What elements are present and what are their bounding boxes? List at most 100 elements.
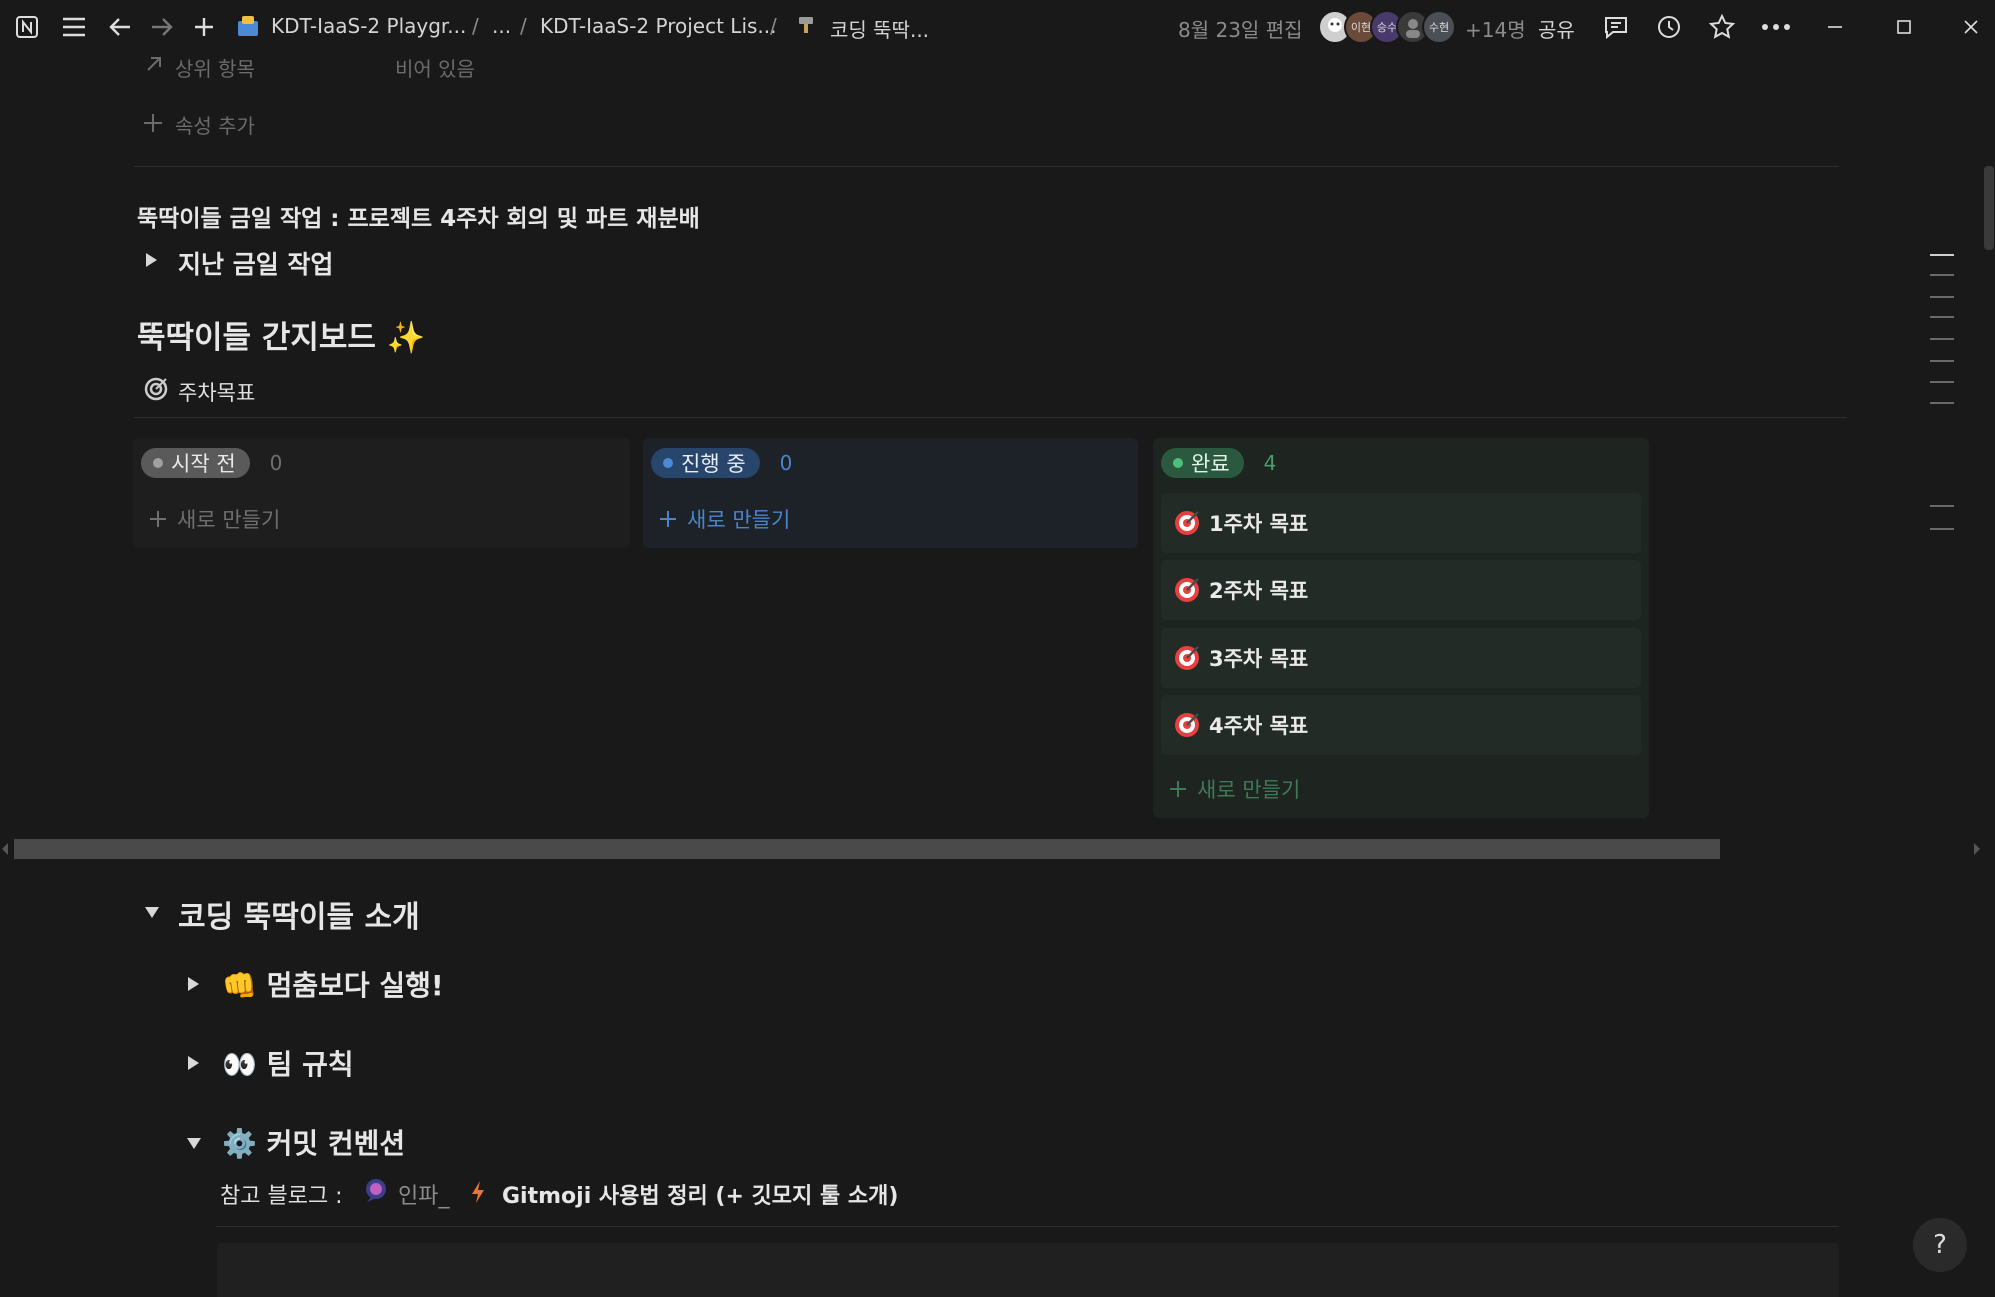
card-title: 1주차 목표	[1209, 512, 1309, 536]
add-property-button[interactable]: 속성 추가	[175, 110, 255, 139]
target-emoji-icon	[1175, 713, 1199, 737]
minimize-window-icon[interactable]	[1822, 14, 1848, 40]
lightning-icon	[470, 1180, 486, 1208]
top-bar: KDT-IaaS-2 Playgr... / ... / KDT-IaaS-2 …	[0, 0, 1995, 54]
target-icon	[144, 377, 168, 405]
status-badge[interactable]: 완료	[1161, 448, 1244, 478]
plus-icon	[1170, 781, 1186, 797]
workspace-icon	[234, 12, 262, 40]
outline-marker[interactable]	[1930, 316, 1954, 318]
outline-marker[interactable]	[1930, 402, 1954, 404]
outline-marker[interactable]	[1930, 505, 1954, 507]
breadcrumb-project-list[interactable]: KDT-IaaS-2 Project Lis...	[540, 14, 777, 38]
new-card-label: 새로 만들기	[1197, 778, 1301, 802]
breadcrumb-separator: /	[472, 14, 479, 38]
breadcrumb-ellipsis[interactable]: ...	[492, 14, 511, 38]
divider	[134, 417, 1847, 418]
card-title: 4주차 목표	[1209, 714, 1309, 738]
intro-toggle-heading[interactable]: 코딩 뚝딱이들 소개	[178, 892, 420, 936]
share-button[interactable]: 공유	[1538, 14, 1575, 43]
status-label: 완료	[1191, 452, 1230, 476]
notion-logo-icon[interactable]	[14, 14, 40, 40]
horizontal-scrollbar-thumb[interactable]	[14, 839, 1720, 859]
column-header: 시작 전 0	[141, 448, 282, 478]
back-arrow-icon[interactable]	[106, 14, 134, 40]
history-clock-icon[interactable]	[1655, 13, 1683, 41]
breadcrumb-separator: /	[520, 14, 527, 38]
plus-icon	[150, 511, 166, 527]
outline-marker[interactable]	[1930, 360, 1954, 362]
more-options-icon[interactable]	[1760, 13, 1792, 41]
board-card[interactable]: 3주차 목표	[1161, 628, 1641, 688]
scroll-right-icon[interactable]	[1973, 841, 1981, 860]
new-card-label: 새로 만들기	[687, 508, 791, 532]
plus-icon	[660, 511, 676, 527]
column-count: 4	[1263, 451, 1277, 475]
status-badge[interactable]: 시작 전	[141, 448, 250, 478]
outline-marker[interactable]	[1930, 338, 1954, 340]
breadcrumb-workspace[interactable]: KDT-IaaS-2 Playgr...	[271, 14, 466, 38]
outline-marker[interactable]	[1930, 381, 1954, 383]
new-card-button[interactable]: 새로 만들기	[149, 504, 280, 534]
outline-marker[interactable]	[1930, 528, 1954, 530]
new-card-button[interactable]: 새로 만들기	[659, 504, 790, 534]
target-emoji-icon	[1175, 511, 1199, 535]
status-dot	[663, 458, 673, 468]
menu-icon[interactable]	[60, 14, 88, 40]
toggle-arrow-icon[interactable]	[146, 253, 157, 267]
column-header: 완료 4	[1161, 448, 1276, 478]
close-window-icon[interactable]	[1958, 14, 1984, 40]
comment-icon[interactable]	[1602, 13, 1630, 41]
status-label: 시작 전	[171, 452, 236, 476]
breadcrumb-separator: /	[770, 14, 777, 38]
toggle-commit-convention[interactable]: ⚙️ 커밋 컨벤션	[222, 1122, 405, 1162]
outline-marker[interactable]	[1930, 254, 1954, 256]
vertical-scrollbar-thumb[interactable]	[1984, 166, 1994, 250]
past-task-toggle[interactable]: 지난 금일 작업	[178, 245, 333, 281]
blog-author[interactable]: 인파_	[398, 1178, 449, 1210]
parent-property-value[interactable]: 비어 있음	[395, 53, 475, 82]
toggle-action-over-pause[interactable]: 👊 멈춤보다 실행!	[222, 964, 444, 1004]
parent-property-label[interactable]: 상위 항목	[175, 53, 255, 82]
toggle-arrow-icon[interactable]	[187, 1138, 201, 1149]
board-card[interactable]: 1주차 목표	[1161, 493, 1641, 553]
target-emoji-icon	[1175, 646, 1199, 670]
status-badge[interactable]: 진행 중	[651, 448, 760, 478]
card-title: 3주차 목표	[1209, 647, 1309, 671]
page-emoji-icon	[794, 14, 818, 40]
outline-marker[interactable]	[1930, 274, 1954, 276]
last-edited-text: 8월 23일 편집	[1178, 18, 1303, 42]
new-card-button[interactable]: 새로 만들기	[1169, 774, 1300, 804]
board-column-done: 완료 4 1주차 목표 2주차 목표 3주차 목표 4주차 목표 새로 만들기	[1153, 438, 1649, 818]
parent-arrow-icon	[144, 54, 164, 78]
toggle-arrow-icon[interactable]	[145, 907, 159, 918]
toggle-team-rules[interactable]: 👀 팀 규칙	[222, 1043, 354, 1083]
target-emoji-icon	[1175, 578, 1199, 602]
new-card-label: 새로 만들기	[177, 508, 281, 532]
more-members-count[interactable]: +14명	[1465, 14, 1526, 43]
avatar[interactable]: 수현	[1422, 10, 1456, 44]
divider	[216, 1226, 1839, 1227]
forward-arrow-icon[interactable]	[148, 14, 176, 40]
favorite-star-icon[interactable]	[1708, 13, 1736, 41]
blog-author-icon	[363, 1177, 389, 1207]
view-tab-weekly-goals[interactable]: 주차목표	[178, 377, 255, 407]
blog-prefix: 참고 블로그 :	[220, 1184, 343, 1209]
board-card[interactable]: 2주차 목표	[1161, 560, 1641, 620]
help-button[interactable]: ?	[1913, 1218, 1967, 1272]
board-column-not-started: 시작 전 0 새로 만들기	[133, 438, 630, 548]
board-column-in-progress: 진행 중 0 새로 만들기	[643, 438, 1138, 548]
outline-marker[interactable]	[1930, 296, 1954, 298]
toggle-arrow-icon[interactable]	[188, 1056, 199, 1070]
new-page-plus-icon[interactable]	[190, 14, 218, 40]
scroll-left-icon[interactable]	[1, 841, 9, 860]
column-header: 진행 중 0	[651, 448, 792, 478]
toggle-arrow-icon[interactable]	[188, 977, 199, 991]
blog-link-title[interactable]: Gitmoji 사용법 정리 (+ 깃모지 툴 소개)	[502, 1178, 898, 1210]
card-title: 2주차 목표	[1209, 579, 1309, 603]
maximize-window-icon[interactable]	[1891, 14, 1917, 40]
add-property-plus-icon	[143, 113, 163, 137]
board-card[interactable]: 4주차 목표	[1161, 695, 1641, 755]
code-block[interactable]	[217, 1243, 1839, 1297]
breadcrumb-current-page[interactable]: 코딩 뚝딱...	[830, 14, 929, 43]
